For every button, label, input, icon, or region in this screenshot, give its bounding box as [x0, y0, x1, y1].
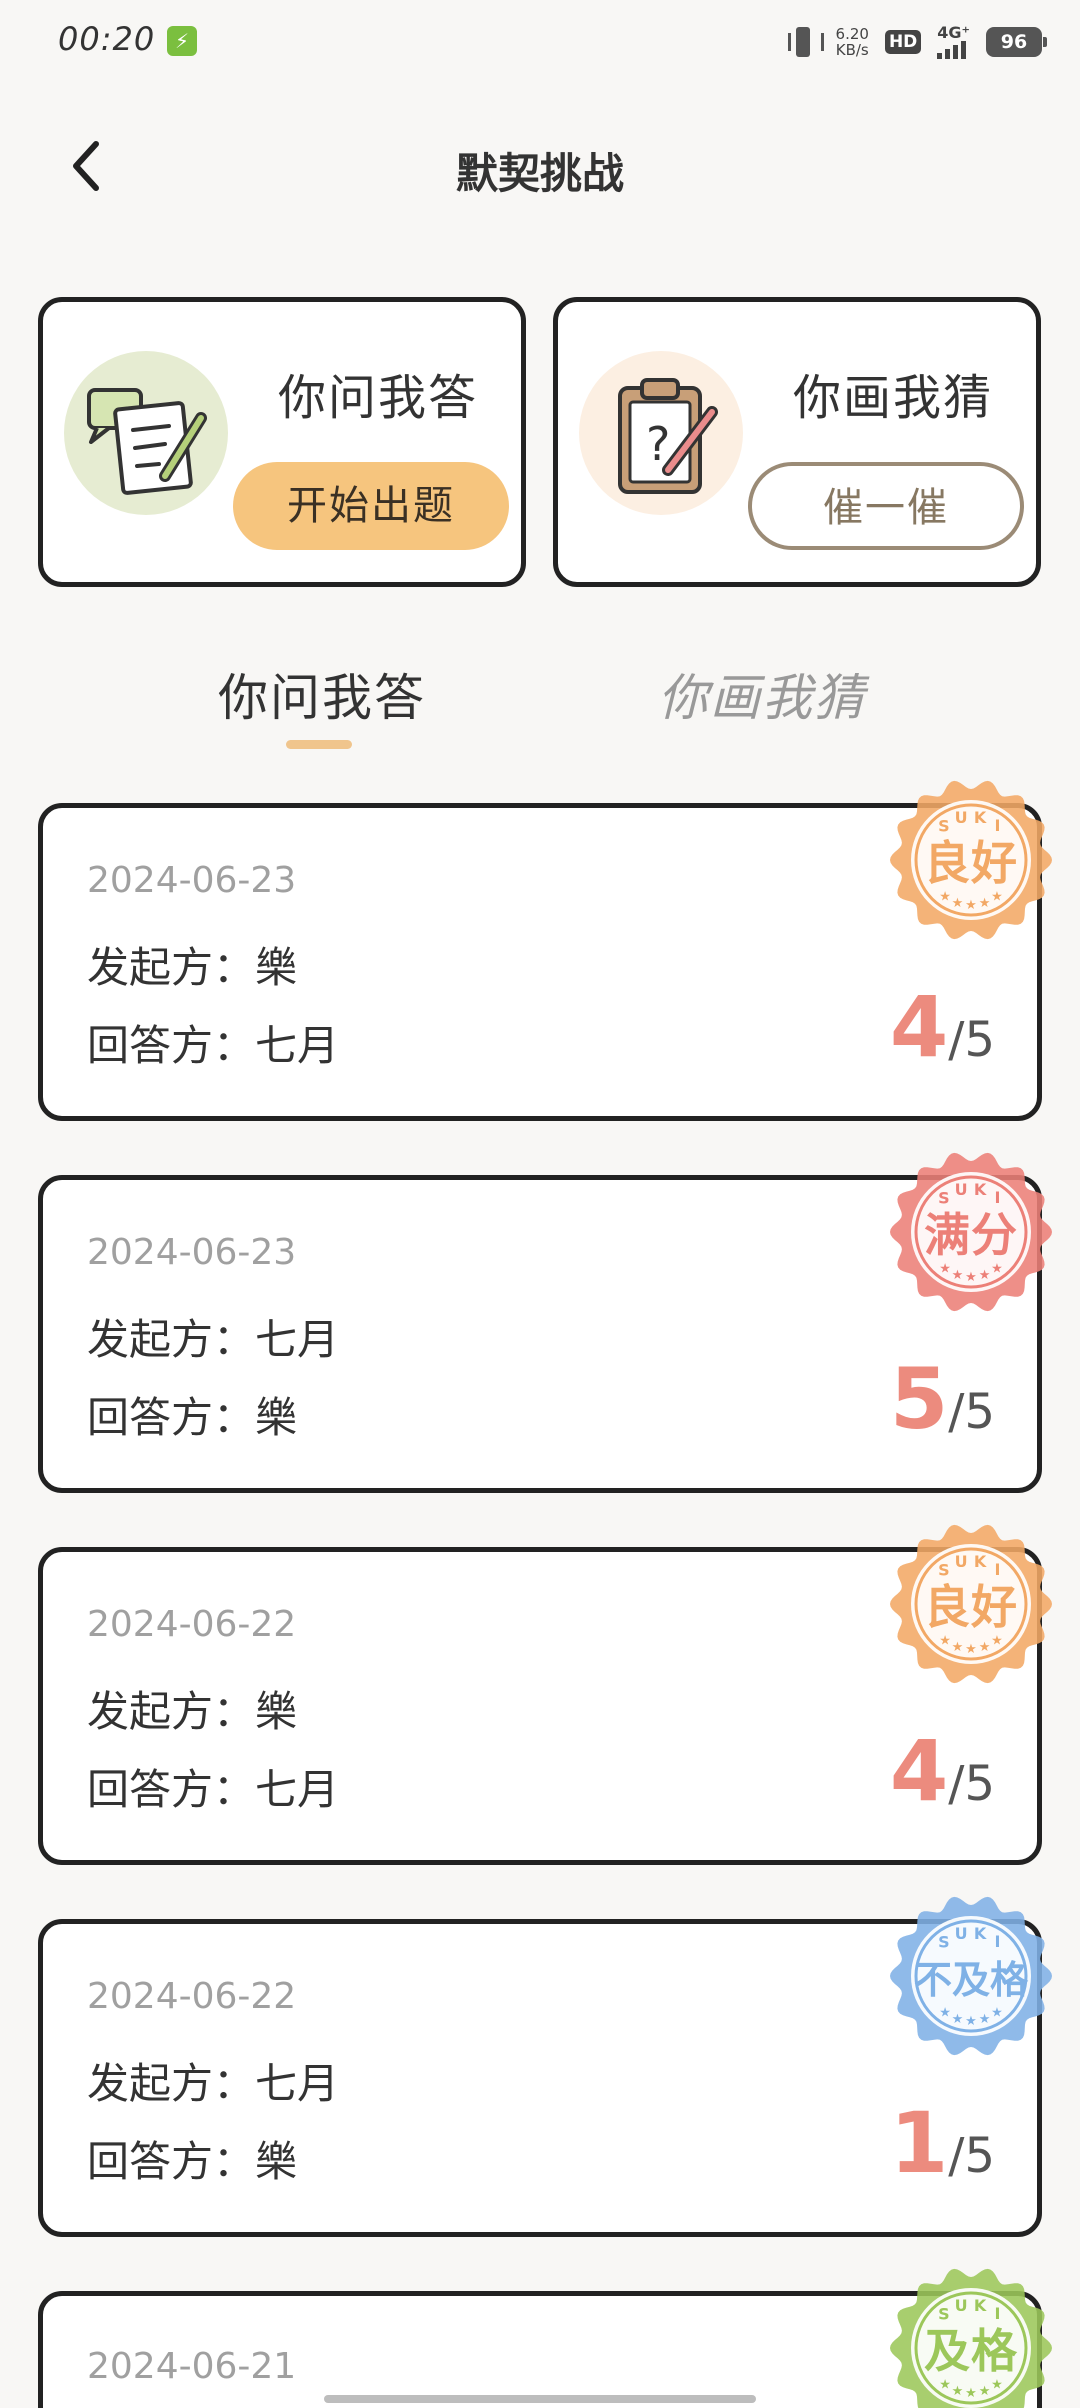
rating-stamp: S U K I ★ ★ ★ ★ ★ 良好	[887, 776, 1055, 944]
responder-label: 回答方：	[87, 1765, 256, 1814]
record-date: 2024-06-22	[87, 1604, 297, 1645]
responder-name: 七月	[255, 1021, 340, 1070]
score-total: /5	[948, 2128, 995, 2184]
mode-card-title: 你问我答	[277, 370, 478, 426]
score-value: 1	[889, 2094, 949, 2192]
record-score: 1/5	[890, 2094, 995, 2192]
initiator-name: 七月	[255, 1315, 340, 1364]
record-score: 5/5	[890, 1350, 995, 1448]
screen: 00:20 ⚡ 6.20 KB/s HD 4G⁺ 96 默契挑战 你问我答 开始…	[0, 0, 1080, 2408]
mode-card-qa: 你问我答 开始出题	[38, 297, 526, 587]
stamp-label: 良好	[924, 836, 1018, 890]
stamp-label: 及格	[924, 2324, 1018, 2378]
network-speed: 6.20 KB/s	[836, 26, 869, 58]
rating-stamp: S U K I ★ ★ ★ ★ ★ 良好	[887, 1520, 1055, 1688]
network-speed-value: 6.20	[835, 25, 869, 43]
score-value: 4	[889, 978, 949, 1076]
stamp-label: 不及格	[913, 1957, 1028, 2002]
notification-app-icon: ⚡	[167, 26, 197, 56]
mode-card-title: 你画我猜	[792, 370, 993, 426]
record-date: 2024-06-21	[87, 2346, 297, 2387]
vibrate-icon	[786, 25, 824, 59]
record-responder: 回答方：七月	[87, 1756, 339, 1817]
record-score: 4/5	[890, 978, 995, 1076]
rating-stamp: S U K I ★ ★ ★ ★ ★ 满分	[887, 1148, 1055, 1316]
question-paper-illustration	[61, 348, 231, 518]
record-score: 4/5	[890, 1722, 995, 1820]
status-time: 00:20	[58, 20, 156, 58]
record-date: 2024-06-23	[87, 860, 297, 901]
initiator-name: 樂	[255, 943, 298, 992]
page-title: 默契挑战	[455, 149, 624, 198]
responder-name: 七月	[255, 1765, 340, 1814]
hd-icon: HD	[884, 30, 922, 54]
mode-card-draw: ? 你画我猜 催一催	[553, 297, 1041, 587]
initiator-label: 发起方：	[87, 2059, 256, 2108]
score-total: /5	[948, 1756, 995, 1812]
record-date: 2024-06-23	[87, 1232, 297, 1273]
record-initiator: 发起方：七月	[87, 1306, 339, 1367]
battery-level: 96	[1000, 31, 1028, 53]
status-icons: 6.20 KB/s HD 4G⁺ 96	[786, 22, 1047, 62]
network-speed-unit: KB/s	[835, 41, 869, 59]
responder-label: 回答方：	[87, 2137, 256, 2186]
clipboard-question-illustration: ?	[576, 348, 746, 518]
signal-icon: 4G⁺	[937, 25, 970, 59]
tab-qa[interactable]: 你问我答	[218, 658, 426, 730]
tab-draw-guess[interactable]: 你画我猜	[658, 658, 866, 730]
rating-stamp: S U K I ★ ★ ★ ★ ★ 不及格	[887, 1892, 1055, 2060]
home-indicator[interactable]	[324, 2395, 756, 2403]
initiator-name: 樂	[255, 1687, 298, 1736]
urge-button[interactable]: 催一催	[748, 462, 1024, 550]
initiator-label: 发起方：	[87, 943, 256, 992]
battery-icon: 96	[986, 27, 1047, 57]
score-total: /5	[948, 1384, 995, 1440]
record-responder: 回答方：樂	[87, 2128, 297, 2189]
record-date: 2024-06-22	[87, 1976, 297, 2017]
score-value: 4	[889, 1722, 949, 1820]
record-responder: 回答方：樂	[87, 1384, 297, 1445]
record-initiator: 发起方：樂	[87, 1678, 297, 1739]
initiator-label: 发起方：	[87, 1315, 256, 1364]
responder-name: 樂	[255, 2137, 298, 2186]
tab-indicator	[286, 740, 352, 749]
stamp-label: 良好	[924, 1580, 1018, 1634]
record-initiator: 发起方：樂	[87, 934, 297, 995]
score-total: /5	[948, 1012, 995, 1068]
responder-label: 回答方：	[87, 1393, 256, 1442]
network-type: 4G⁺	[937, 23, 970, 42]
responder-label: 回答方：	[87, 1021, 256, 1070]
record-initiator: 发起方：七月	[87, 2050, 339, 2111]
responder-name: 樂	[255, 1393, 298, 1442]
stamp-label: 满分	[924, 1208, 1018, 1262]
status-bar: 00:20 ⚡ 6.20 KB/s HD 4G⁺ 96	[0, 0, 1080, 84]
score-value: 5	[889, 1350, 949, 1448]
record-responder: 回答方：七月	[87, 1012, 339, 1073]
start-quiz-button[interactable]: 开始出题	[233, 462, 509, 550]
initiator-name: 七月	[255, 2059, 340, 2108]
rating-stamp: S U K I ★ ★ ★ ★ ★ 及格	[887, 2264, 1055, 2408]
initiator-label: 发起方：	[87, 1687, 256, 1736]
